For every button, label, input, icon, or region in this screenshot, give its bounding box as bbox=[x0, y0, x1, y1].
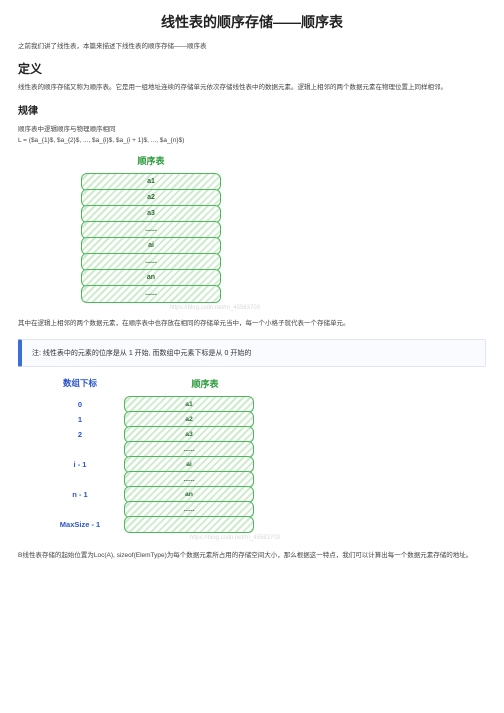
figure-1: 顺序表 a1 a2 a3 ...... ai ...... an ...... … bbox=[36, 154, 266, 311]
fig2-index: i - 1 bbox=[36, 460, 124, 469]
figure-2-table-title: 顺序表 bbox=[124, 377, 286, 390]
figure-2-watermark: https://blog.csdn.net/m_45583703 bbox=[36, 535, 280, 541]
note-text: 注: 线性表中的元素的位序是从 1 开始, 而数组中元素下标是从 0 开始的 bbox=[32, 350, 251, 357]
figure-2-index-title: 数组下标 bbox=[36, 377, 124, 390]
fig2-index: 1 bbox=[36, 415, 124, 424]
note-box: 注: 线性表中的元素的位序是从 1 开始, 而数组中元素下标是从 0 开始的 bbox=[18, 339, 486, 367]
fig1-cell: ...... bbox=[81, 285, 221, 303]
footer-paragraph: B线性表存储的起始位置为Loc(A), sizeof(ElemType)为每个数… bbox=[18, 551, 486, 561]
fig2-index: MaxSize - 1 bbox=[36, 520, 124, 529]
intro-paragraph: 之前我们讲了线性表，本篇来描述下线性表的顺序存储——顺序表 bbox=[18, 42, 486, 52]
rule-heading: 规律 bbox=[18, 102, 486, 117]
fig2-index: 2 bbox=[36, 430, 124, 439]
definition-text: 线性表的顺序存储又称为顺序表。它是用一组地址连续的存储单元依次存储线性表中的数据… bbox=[18, 83, 486, 93]
figure-1-title: 顺序表 bbox=[36, 154, 266, 167]
fig2-index: 0 bbox=[36, 400, 124, 409]
rule-formula: L = ($a_{1}$, $a_{2}$, ..., $a_{i}$, $a_… bbox=[18, 137, 486, 144]
figure-2-rows: 0 a1 1 a2 2 a3 ...... i - 1 ai ...... n … bbox=[36, 396, 286, 533]
figure-2: 数组下标 顺序表 0 a1 1 a2 2 a3 ...... i - 1 ai … bbox=[36, 377, 286, 541]
fig2-row: MaxSize - 1 bbox=[36, 516, 286, 533]
page-title: 线性表的顺序存储——顺序表 bbox=[18, 12, 486, 32]
figure-1-watermark: https://blog.csdn.net/m_45583703 bbox=[36, 305, 260, 311]
mid-paragraph: 其中在逻辑上相邻的两个数据元素，在顺序表中也存放在相同的存储单元当中，每一个小格… bbox=[18, 319, 486, 329]
rule-text-1: 顺序表中逻辑顺序与物理顺序相同 bbox=[18, 123, 486, 133]
fig2-cell bbox=[124, 516, 254, 533]
definition-heading: 定义 bbox=[18, 60, 486, 77]
fig2-index: n - 1 bbox=[36, 490, 124, 499]
figure-1-stack: a1 a2 a3 ...... ai ...... an ...... bbox=[36, 173, 266, 303]
